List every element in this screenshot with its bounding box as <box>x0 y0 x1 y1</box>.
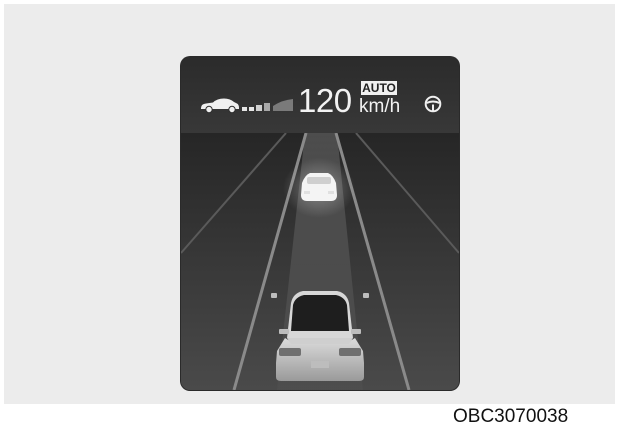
status-bar: 120 AUTO km/h <box>181 57 459 133</box>
steering-wheel-icon <box>424 95 442 113</box>
lead-vehicle-icon <box>283 158 355 218</box>
distance-bars-icon <box>242 99 293 111</box>
auto-badge: AUTO <box>361 81 397 95</box>
instrument-cluster-display: 120 AUTO km/h <box>181 57 459 390</box>
road-view <box>181 133 459 390</box>
figure-code: OBC3070038 <box>453 406 569 427</box>
car-side-icon <box>201 98 239 114</box>
figure-frame: 120 AUTO km/h <box>4 4 615 404</box>
set-speed-value: 120 <box>298 82 352 119</box>
speed-unit-label: km/h <box>359 96 401 117</box>
